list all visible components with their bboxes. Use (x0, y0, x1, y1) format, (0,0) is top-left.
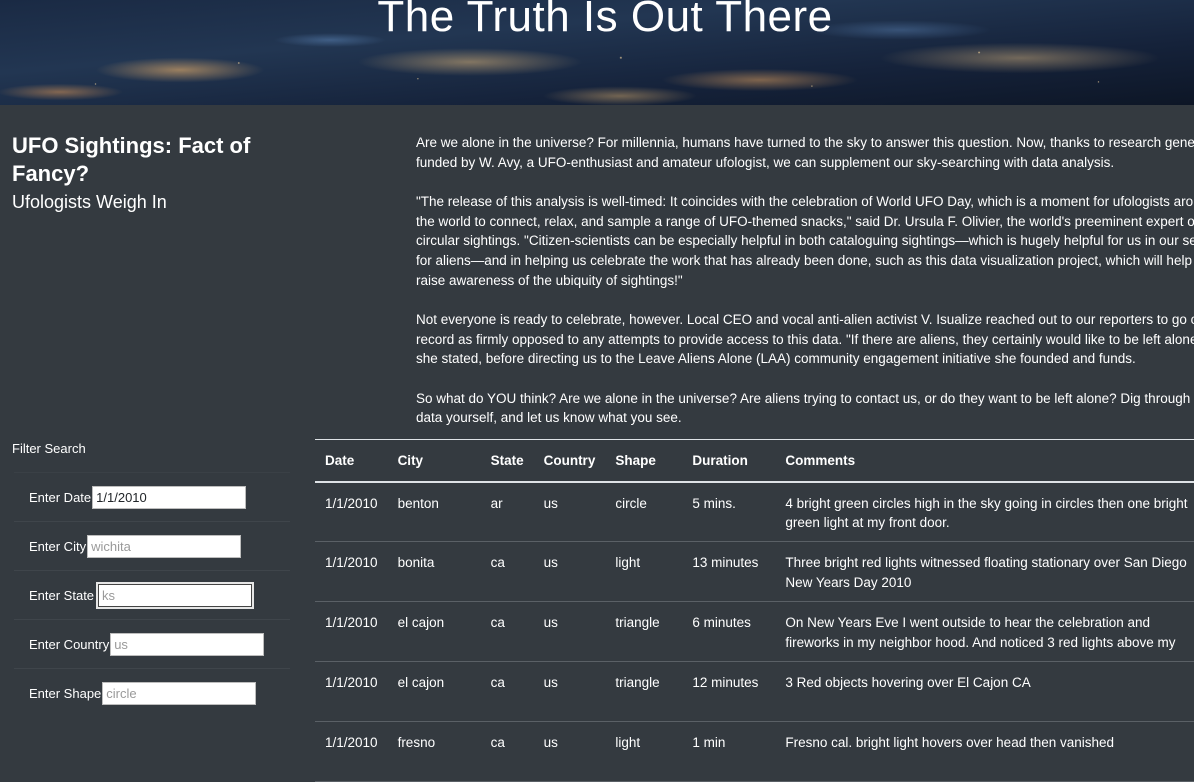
table-body: 1/1/2010 benton ar us circle 5 mins. 4 b… (315, 481, 1194, 782)
hero-title: The Truth Is Out There (377, 0, 833, 41)
article-line: So what do YOU think? Are we alone in th… (416, 390, 1194, 406)
table-row: 1/1/2010 el cajon ca us triangle 12 minu… (315, 661, 1194, 722)
shape-label: Enter Shape (29, 685, 102, 701)
article-line: record as firmly opposed to any attempts… (416, 331, 1194, 347)
article-line: "The release of this analysis is well-ti… (416, 193, 1194, 209)
table-header-row: Date City State Country Shape Duration C… (315, 439, 1194, 483)
cell-shape: light (605, 541, 683, 602)
date-input[interactable] (92, 485, 247, 509)
cell-state: ca (480, 541, 534, 602)
table-row: 1/1/2010 el cajon ca us triangle 6 minut… (315, 601, 1194, 662)
cell-city: bonita (387, 541, 481, 602)
cell-state: ca (480, 601, 534, 662)
article-paragraph: So what do YOU think? Are we alone in th… (416, 389, 1194, 428)
cell-shape: circle (605, 481, 683, 542)
column-header-shape: Shape (605, 439, 683, 483)
article-line: the world to connect, relax, and sample … (416, 213, 1194, 229)
cell-shape: triangle (605, 661, 683, 722)
article-line: funded by W. Avy, a UFO-enthusiast and a… (416, 154, 1115, 170)
city-input[interactable] (87, 534, 242, 558)
ufo-sightings-table: Date City State Country Shape Duration C… (315, 439, 1194, 782)
cell-comments: 4 bright green circles high in the sky g… (775, 481, 1194, 542)
headline-subtitle: Ufologists Weigh In (12, 192, 167, 212)
cell-city: fresno (387, 721, 481, 782)
article-line: data yourself, and let us know what you … (416, 410, 682, 426)
column-header-city: City (387, 439, 481, 483)
cell-date: 1/1/2010 (315, 481, 388, 542)
column-header-state: State (480, 439, 534, 483)
cell-country: us (533, 481, 606, 542)
cell-comments: Fresno cal. bright light hovers over hea… (775, 721, 1194, 782)
cell-country: us (533, 661, 606, 722)
column-header-date: Date (315, 439, 388, 483)
table-row: 1/1/2010 fresno ca us light 1 min Fresno… (315, 721, 1194, 782)
filter-item-state: Enter State (14, 570, 290, 619)
column-header-country: Country (533, 439, 606, 483)
article-line: for aliens—and in helping us celebrate t… (416, 253, 1194, 269)
city-label: Enter City (29, 538, 87, 554)
cell-duration: 1 min (682, 721, 776, 782)
article-body: Are we alone in the universe? For millen… (416, 133, 1194, 447)
cell-shape: light (605, 721, 683, 782)
date-label: Enter Date (29, 489, 92, 505)
filter-item-country: Enter Country (14, 619, 290, 668)
cell-date: 1/1/2010 (315, 721, 388, 782)
article-paragraph: "The release of this analysis is well-ti… (416, 192, 1194, 291)
cell-date: 1/1/2010 (315, 601, 388, 662)
cell-state: ar (480, 481, 534, 542)
cell-city: el cajon (387, 661, 481, 722)
cell-date: 1/1/2010 (315, 661, 388, 722)
filter-item-city: Enter City (14, 521, 290, 570)
cell-duration: 13 minutes (682, 541, 776, 602)
article-paragraph: Not everyone is ready to celebrate, howe… (416, 310, 1194, 369)
cell-country: us (533, 721, 606, 782)
cell-date: 1/1/2010 (315, 541, 388, 602)
headline: UFO Sightings: Fact of Fancy? Ufologists… (12, 132, 332, 214)
cell-comments: Three bright red lights witnessed floati… (775, 541, 1194, 602)
cell-comments: 3 Red objects hovering over El Cajon CA (775, 661, 1194, 722)
cell-duration: 6 minutes (682, 601, 776, 662)
cell-city: benton (387, 481, 481, 542)
cell-country: us (533, 541, 606, 602)
ufo-table-container: Date City State Country Shape Duration C… (315, 439, 1194, 782)
cell-country: us (533, 601, 606, 662)
cell-shape: triangle (605, 601, 683, 662)
cell-state: ca (480, 661, 534, 722)
article-line: she stated, before directing us to the L… (416, 351, 1136, 367)
shape-input[interactable] (102, 681, 257, 705)
article-line: Are we alone in the universe? For millen… (416, 135, 1194, 150)
country-input[interactable] (110, 632, 265, 656)
cell-duration: 12 minutes (682, 661, 776, 722)
filter-form: Enter Date Enter City Enter State Enter … (14, 472, 290, 717)
article-paragraph: Are we alone in the universe? For millen… (416, 133, 1194, 172)
table-row: 1/1/2010 bonita ca us light 13 minutes T… (315, 541, 1194, 602)
filter-item-date: Enter Date (14, 472, 290, 521)
table-row: 1/1/2010 benton ar us circle 5 mins. 4 b… (315, 481, 1194, 542)
column-header-comments: Comments (775, 439, 1194, 483)
country-label: Enter Country (29, 636, 110, 652)
headline-title: UFO Sightings: Fact of Fancy? (12, 133, 251, 186)
state-input[interactable] (96, 581, 255, 609)
hero-banner: The Truth Is Out There (0, 0, 1194, 105)
column-header-duration: Duration (682, 439, 776, 483)
cell-duration: 5 mins. (682, 481, 776, 542)
article-line: Not everyone is ready to celebrate, howe… (416, 311, 1194, 327)
filter-search-heading: Filter Search (12, 441, 86, 456)
article-line: circular sightings. "Citizen-scientists … (416, 233, 1194, 249)
cell-comments: On New Years Eve I went outside to hear … (775, 601, 1194, 662)
state-label: Enter State (29, 587, 95, 603)
cell-comments-clip: On New Years Eve I went outside to hear … (785, 615, 1176, 650)
cell-state: ca (480, 721, 534, 782)
cell-city: el cajon (387, 601, 481, 662)
article-line: raise awareness of the ubiquity of sight… (416, 272, 683, 288)
filter-item-shape: Enter Shape (14, 668, 290, 717)
